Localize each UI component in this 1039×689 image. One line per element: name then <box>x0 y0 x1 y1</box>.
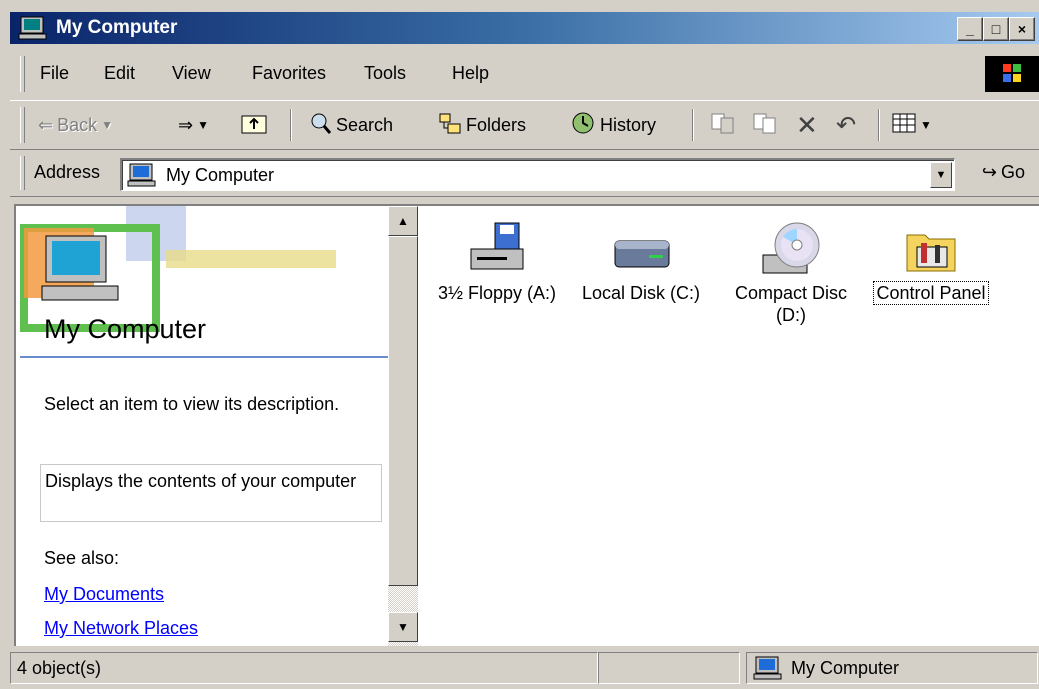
minimize-button[interactable]: _ <box>957 17 983 41</box>
views-grid-icon <box>892 113 916 138</box>
status-zone-text: My Computer <box>791 658 900 678</box>
address-grip[interactable] <box>20 156 25 190</box>
back-arrow-icon: ⇐ <box>38 114 54 135</box>
maximize-button[interactable]: □ <box>983 17 1009 41</box>
history-button[interactable]: History <box>570 111 656 139</box>
close-button[interactable]: × <box>1009 17 1035 41</box>
explorer-window: My Computer _ □ × File Edit View Favorit… <box>0 0 1039 687</box>
my-computer-icon <box>753 656 783 689</box>
description-text: Displays the contents of your computer <box>45 471 357 491</box>
control-panel-icon <box>856 216 1006 282</box>
item-label: Compact Disc (D:) <box>734 283 848 325</box>
go-button[interactable]: ↪ Go <box>982 162 1025 183</box>
toolbar-separator <box>692 109 694 141</box>
address-label: Address <box>34 162 101 182</box>
control-panel-item[interactable]: Control Panel <box>856 216 1006 305</box>
forward-button[interactable]: ⇒ ▼ <box>178 111 209 139</box>
views-button[interactable]: ▼ <box>892 111 932 139</box>
chevron-down-icon: ▼ <box>935 169 947 181</box>
menu-help[interactable]: Help <box>452 63 489 84</box>
address-input[interactable]: My Computer ▼ <box>120 158 955 191</box>
move-to-button[interactable] <box>710 111 736 139</box>
item-label: 3½ Floppy (A:) <box>437 283 557 303</box>
scroll-down-button[interactable]: ▼ <box>388 612 418 642</box>
folder-view: My Computer Select an item to view its d… <box>14 204 1039 646</box>
copy-to-icon <box>752 111 778 140</box>
menu-file[interactable]: File <box>40 63 69 84</box>
address-value: My Computer <box>166 165 275 185</box>
address-bar: Address My Computer ▼ ↪ Go <box>10 150 1039 197</box>
scroll-thumb[interactable] <box>388 236 418 586</box>
delete-button[interactable]: ✕ <box>796 109 818 140</box>
up-folder-button[interactable] <box>240 111 268 139</box>
move-to-icon <box>710 111 736 140</box>
menu-favorites[interactable]: Favorites <box>252 63 326 84</box>
items-view: 3½ Floppy (A:) Local Disk (C:) Compact D… <box>418 206 1039 646</box>
menu-edit[interactable]: Edit <box>104 63 135 84</box>
floppy-drive-icon <box>422 216 572 282</box>
undo-button[interactable]: ↶ <box>836 111 856 139</box>
forward-arrow-icon: ⇒ <box>178 114 194 135</box>
undo-icon: ↶ <box>836 111 857 139</box>
folders-button[interactable]: Folders <box>438 111 526 139</box>
menu-grip[interactable] <box>20 56 25 92</box>
toolbar-separator <box>290 109 292 141</box>
title-bar[interactable]: My Computer _ □ × <box>10 12 1039 44</box>
status-bar: 4 object(s) My Computer <box>10 648 1039 687</box>
link-my-documents[interactable]: My Documents <box>44 584 164 605</box>
up-folder-icon <box>240 111 268 140</box>
my-computer-icon <box>18 16 48 46</box>
toolbar-separator <box>878 109 880 141</box>
description-box: Displays the contents of your computer <box>40 464 382 522</box>
forward-dropdown-icon: ▼ <box>197 118 209 132</box>
panel-divider <box>20 356 388 358</box>
item-label: Local Disk (C:) <box>581 283 701 303</box>
status-object-count: 4 object(s) <box>10 652 598 684</box>
back-button[interactable]: ⇐ Back ▼ <box>38 111 113 139</box>
toolbar-grip[interactable] <box>20 107 25 143</box>
windows-logo-icon <box>985 56 1039 92</box>
panel-instruction: Select an item to view its description. <box>44 394 340 414</box>
standard-toolbar: ⇐ Back ▼ ⇒ ▼ Search Folders History ✕ ↶ … <box>10 100 1039 150</box>
link-my-network-places[interactable]: My Network Places <box>44 618 198 639</box>
drive-item-floppy[interactable]: 3½ Floppy (A:) <box>422 216 572 304</box>
menu-tools[interactable]: Tools <box>364 63 406 84</box>
status-zone-panel: My Computer <box>746 652 1038 684</box>
search-button[interactable]: Search <box>308 111 393 139</box>
menu-view[interactable]: View <box>172 63 211 84</box>
panel-title: My Computer <box>44 314 207 344</box>
see-also-label: See also: <box>44 548 120 568</box>
go-arrow-icon: ↪ <box>981 162 997 182</box>
cd-drive-icon <box>716 216 866 282</box>
copy-to-button[interactable] <box>752 111 778 139</box>
status-size-panel <box>598 652 740 684</box>
history-icon <box>570 111 596 140</box>
vertical-scrollbar[interactable]: ▲ ▼ <box>388 206 418 646</box>
views-dropdown-icon: ▼ <box>920 118 932 132</box>
hard-disk-icon <box>566 216 716 282</box>
arrow-up-icon: ▲ <box>397 214 409 228</box>
delete-x-icon: ✕ <box>796 109 818 140</box>
folders-icon <box>438 111 462 140</box>
search-icon <box>308 111 332 140</box>
drive-item-local-disk[interactable]: Local Disk (C:) <box>566 216 716 304</box>
scroll-up-button[interactable]: ▲ <box>388 206 418 236</box>
drive-item-compact-disc[interactable]: Compact Disc (D:) <box>716 216 866 326</box>
item-label: Control Panel <box>873 281 989 305</box>
arrow-down-icon: ▼ <box>397 620 409 634</box>
window-title: My Computer <box>56 17 178 38</box>
address-dropdown-button[interactable]: ▼ <box>930 162 952 188</box>
web-view-panel: My Computer Select an item to view its d… <box>16 206 388 646</box>
my-computer-icon <box>126 163 158 192</box>
menu-bar: File Edit View Favorites Tools Help <box>10 50 1039 98</box>
back-dropdown-icon: ▼ <box>101 118 114 132</box>
